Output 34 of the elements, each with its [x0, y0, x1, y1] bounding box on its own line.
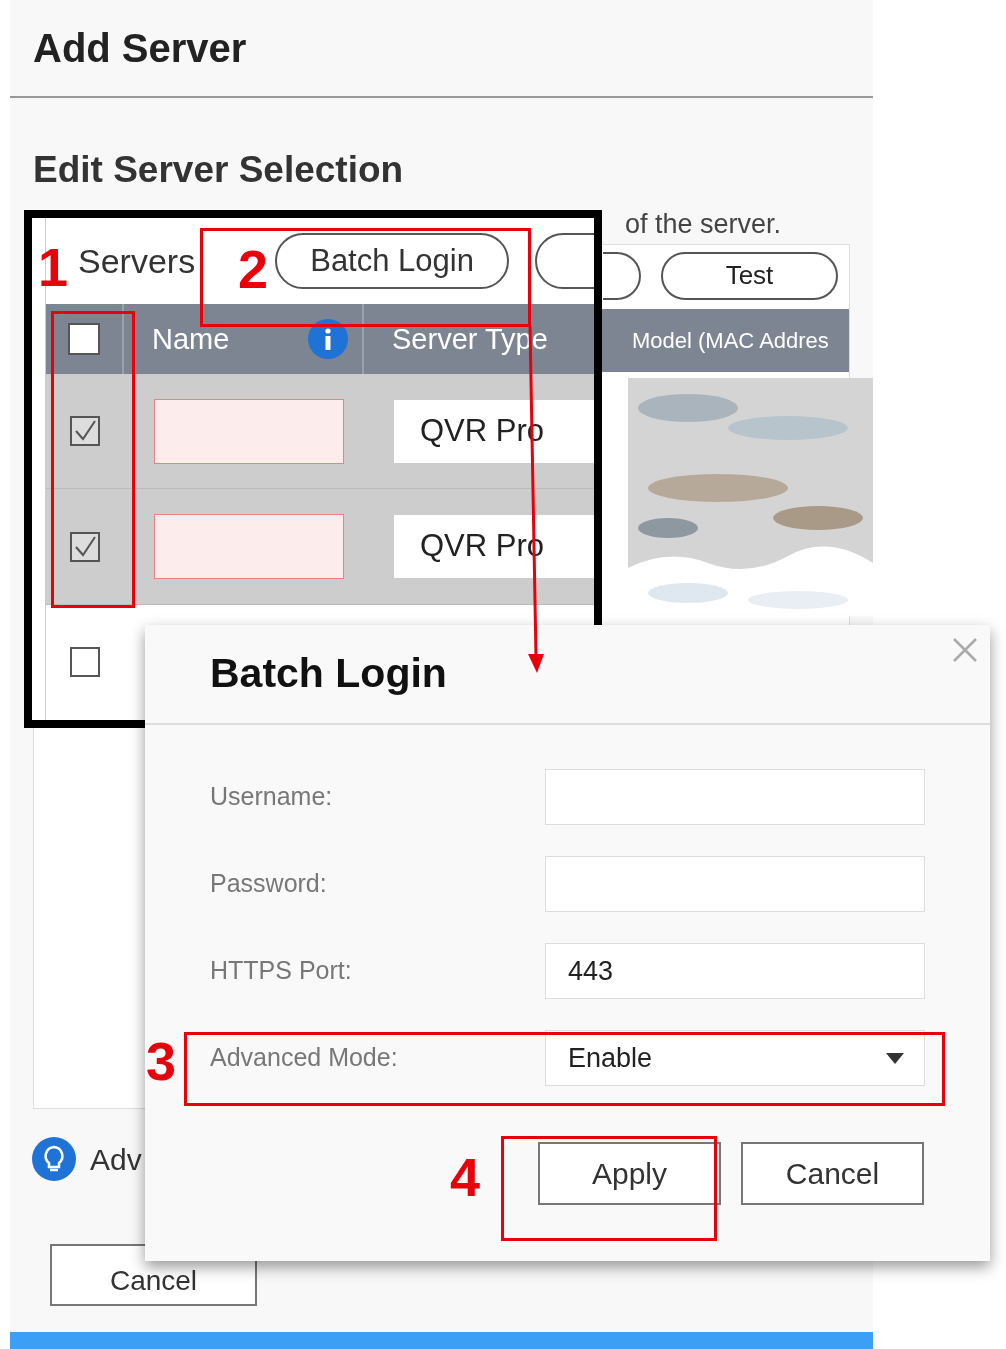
toolbar-button[interactable] — [603, 251, 641, 300]
advanced-mode-select[interactable]: Enable — [545, 1030, 925, 1086]
step-number: 3 — [146, 1034, 177, 1088]
name-field[interactable] — [154, 398, 344, 464]
lightbulb-icon — [32, 1137, 76, 1181]
servers-label: Servers — [78, 240, 196, 282]
name-field[interactable] — [154, 514, 344, 580]
field-label: Password: — [210, 868, 328, 900]
input-field[interactable]: 443 — [545, 943, 925, 999]
caret-icon — [886, 1052, 904, 1064]
page-title: Add Server — [33, 25, 247, 72]
field-label: Advanced Mode: — [210, 1042, 399, 1074]
apply-button[interactable]: Apply — [538, 1142, 721, 1205]
checkbox[interactable] — [70, 531, 100, 562]
column-header: Model (MAC Addres — [632, 326, 829, 355]
cancel-button[interactable]: Cancel — [741, 1142, 924, 1205]
input-field[interactable] — [545, 856, 925, 912]
field-label: HTTPS Port: — [210, 955, 353, 987]
checkbox[interactable] — [70, 647, 100, 678]
step-number: 4 — [450, 1150, 481, 1204]
field-label: Username: — [210, 781, 334, 813]
input-field[interactable] — [545, 769, 925, 825]
step-number: 1 — [38, 240, 69, 294]
checkbox[interactable] — [68, 323, 100, 356]
dialog-title: Batch Login — [210, 649, 447, 699]
step-number: 2 — [238, 242, 269, 296]
info-icon — [308, 319, 348, 360]
checkbox[interactable] — [70, 416, 100, 447]
description-text: of the server. — [625, 208, 782, 239]
column-header: Name — [152, 321, 230, 357]
tip-text: Adv — [90, 1141, 142, 1178]
section-title: Edit Server Selection — [33, 149, 404, 190]
test-button[interactable]: Test — [661, 251, 838, 300]
batch-login-button[interactable]: Batch Login — [275, 233, 509, 290]
